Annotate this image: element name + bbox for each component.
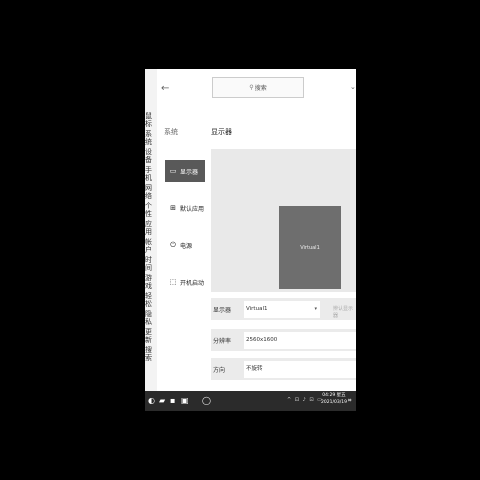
file-manager-icon[interactable]: ▰: [159, 395, 165, 407]
category-strip-item[interactable]: 更新: [145, 328, 157, 344]
resolution-row: 分辨率 2560x1600: [211, 329, 356, 351]
category-strip-item[interactable]: 鼠标: [145, 112, 157, 128]
settings-app-icon[interactable]: ◯: [202, 395, 211, 407]
page-title: 显示器: [211, 128, 232, 136]
dropdown-arrow-icon: ▾: [314, 306, 317, 312]
sidebar-item-label: 电源: [180, 242, 193, 250]
resolution-value: 2560x1600: [246, 337, 278, 343]
category-strip-item[interactable]: 轻松: [145, 292, 157, 308]
taskbar: ◐ ▰ ▪ ▣ ◯ ^ ⊡ ♪ ⊡ ▭ 04:29 星五 2021/03/19 …: [145, 391, 356, 411]
resolution-select[interactable]: 2560x1600: [244, 332, 356, 349]
display-select-label: 显示器: [213, 307, 232, 314]
app-store-icon[interactable]: ▣: [181, 395, 189, 407]
sidebar-item-label: 开机启动: [180, 279, 205, 287]
category-strip-item[interactable]: 帐户: [145, 238, 157, 254]
back-arrow-icon[interactable]: ←: [161, 83, 169, 94]
category-strip-item[interactable]: 网络: [145, 184, 157, 200]
orientation-select[interactable]: 不旋转: [244, 361, 356, 378]
system-tray-icons[interactable]: ^ ⊡ ♪ ⊡ ▭: [287, 397, 323, 403]
sidebar-item-display[interactable]: ▭ 显示器: [165, 160, 205, 182]
category-strip-item[interactable]: 个性: [145, 202, 157, 218]
category-strip: 鼠标系统设备手机网络个性应用帐户时间游戏轻松隐私更新搜索: [145, 69, 157, 391]
power-icon: ⏻: [170, 240, 176, 249]
clock-date: 2021/03/19: [321, 400, 347, 405]
search-input[interactable]: ⚲ 搜索: [212, 77, 304, 98]
display-preview-area: Virtual1: [211, 149, 356, 292]
category-strip-item[interactable]: 应用: [145, 220, 157, 236]
resolution-label: 分辨率: [213, 338, 232, 345]
display-select-value: Virtual1: [246, 306, 268, 312]
orientation-row: 方向 不旋转: [211, 358, 356, 380]
monitor-icon: ▭: [169, 167, 177, 175]
start-menu-icon[interactable]: ◐: [148, 395, 155, 407]
settings-window: 鼠标 系统 设备 手机 网络 个性 应用 帐户 时间 游戏 轻松 隐私 更新 搜索 ← ⚲ 搜索 ⌄ 系统…: [145, 69, 356, 411]
terminal-icon[interactable]: ▪: [170, 395, 175, 407]
category-strip-item[interactable]: 手机: [145, 166, 157, 182]
orientation-value: 不旋转: [246, 366, 263, 372]
monitor-preview[interactable]: Virtual1: [279, 206, 341, 289]
search-placeholder: 搜索: [254, 85, 267, 92]
notification-icon[interactable]: ⌗: [348, 397, 351, 405]
category-strip-item[interactable]: 设备: [145, 148, 157, 164]
apps-grid-icon: ⊞: [170, 204, 176, 212]
sidebar-item-label: 显示器: [180, 168, 199, 176]
sidebar-item-default-apps[interactable]: ⊞ 默认应用: [165, 197, 205, 219]
category-strip-item[interactable]: 搜索: [145, 346, 157, 362]
clock-time: 04:29 星五: [322, 393, 346, 398]
category-strip-item[interactable]: 时间: [145, 256, 157, 272]
orientation-label: 方向: [213, 367, 226, 374]
monitor-preview-label: Virtual1: [300, 244, 320, 251]
search-icon: ⚲: [249, 84, 254, 91]
display-select[interactable]: Virtual1 ▾: [244, 301, 320, 318]
sidebar-item-startup[interactable]: ⬚ 开机启动: [165, 271, 205, 293]
taskbar-clock[interactable]: 04:29 星五 2021/03/19: [321, 392, 347, 406]
sidebar-item-power[interactable]: ⏻ 电源: [165, 234, 205, 256]
category-strip-item[interactable]: 系统: [145, 130, 157, 146]
category-strip-item[interactable]: 隐私: [145, 310, 157, 326]
identify-display-button[interactable]: 辨认显示器: [333, 305, 356, 319]
sidebar-item-label: 默认应用: [180, 205, 205, 213]
sidebar-section-title: 系统: [164, 128, 178, 136]
category-strip-item[interactable]: 游戏: [145, 274, 157, 290]
display-select-row: 显示器 Virtual1 ▾ 辨认显示器: [211, 298, 356, 320]
chevron-down-icon[interactable]: ⌄: [350, 83, 356, 91]
startup-icon: ⬚: [169, 278, 177, 286]
